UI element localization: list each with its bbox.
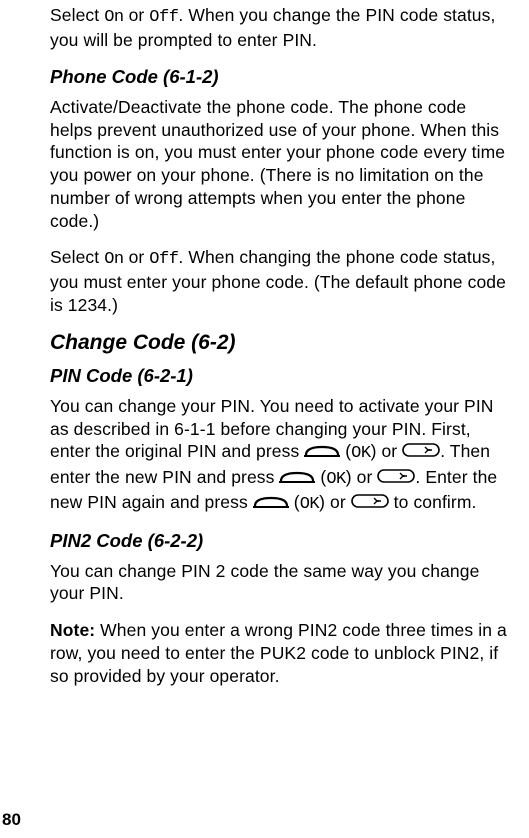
note-label: Note:	[50, 620, 95, 640]
text: ) or	[371, 441, 403, 461]
option-on: On	[104, 8, 123, 27]
option-on: On	[104, 250, 123, 269]
text: (	[289, 492, 300, 512]
heading-pin2-code: PIN2 Code (6-2-2)	[50, 530, 511, 552]
ok-label: OK	[300, 495, 319, 514]
ok-label: OK	[326, 470, 345, 489]
text: (	[340, 441, 351, 461]
text: When you enter a wrong PIN2 code three t…	[50, 620, 507, 686]
text: Select	[50, 5, 104, 25]
softkey-icon	[253, 492, 289, 515]
nav-key-icon	[402, 441, 440, 464]
option-off: Off	[149, 8, 178, 27]
text: ) or	[346, 467, 378, 487]
para-phone-code-desc: Activate/Deactivate the phone code. The …	[50, 96, 511, 233]
page-content: Select On or Off. When you change the PI…	[0, 0, 529, 687]
softkey-icon	[279, 467, 315, 490]
para-pin-status: Select On or Off. When you change the PI…	[50, 4, 511, 52]
softkey-icon	[304, 441, 340, 464]
text: (	[315, 467, 326, 487]
nav-key-icon	[351, 492, 389, 515]
text: Select	[50, 247, 104, 267]
heading-phone-code: Phone Code (6-1-2)	[50, 66, 511, 88]
para-change-pin: You can change your PIN. You need to act…	[50, 395, 511, 516]
text: ) or	[319, 492, 351, 512]
para-pin2-note: Note: When you enter a wrong PIN2 code t…	[50, 619, 511, 687]
page-number: 80	[2, 810, 21, 830]
nav-key-icon	[377, 467, 415, 490]
text: or	[124, 247, 150, 267]
ok-label: OK	[351, 444, 370, 463]
heading-change-code: Change Code (6-2)	[50, 331, 511, 355]
text: or	[124, 5, 150, 25]
heading-pin-code: PIN Code (6-2-1)	[50, 365, 511, 387]
para-phone-code-default: Select On or Off. When changing the phon…	[50, 246, 511, 317]
para-pin2-desc: You can change PIN 2 code the same way y…	[50, 560, 511, 606]
text: to confirm.	[389, 492, 477, 512]
option-off: Off	[149, 250, 178, 269]
